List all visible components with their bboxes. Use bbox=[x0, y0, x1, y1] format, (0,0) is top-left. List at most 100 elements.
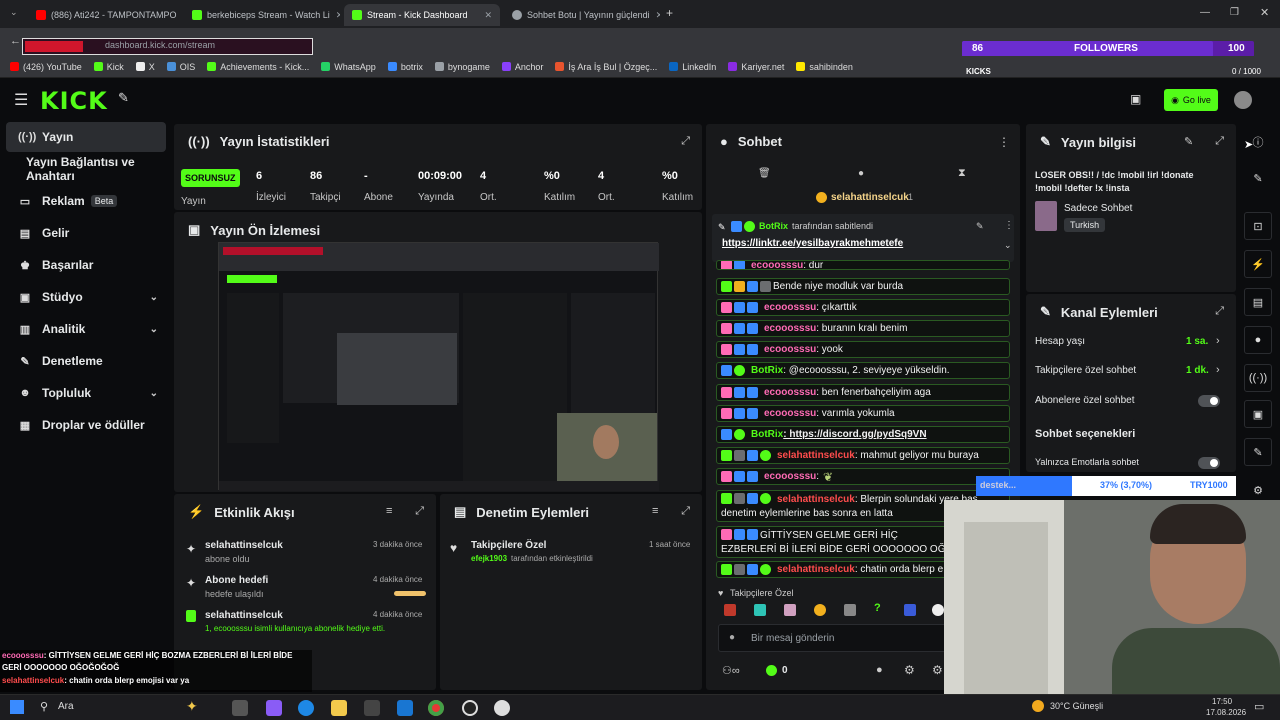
chrome-icon[interactable] bbox=[428, 700, 444, 716]
windows-start-icon[interactable] bbox=[10, 700, 24, 714]
sidebar-item-gelir[interactable]: ▤ Gelir bbox=[6, 218, 166, 248]
emote-icon[interactable] bbox=[754, 604, 766, 616]
chat-input[interactable]: ● Bir mesaj gönderin bbox=[718, 624, 950, 652]
question-emote-icon[interactable]: ? bbox=[874, 602, 881, 614]
app-icon[interactable] bbox=[494, 700, 510, 716]
tab-sohbet-botu[interactable]: Sohbet Botu | Yayının güçlendi ✕ bbox=[504, 4, 660, 26]
sidebar-item-basarilar[interactable]: ♚ Başarılar bbox=[6, 250, 166, 280]
expand-icon[interactable]: ⤢ bbox=[681, 135, 690, 148]
filter-icon[interactable]: ≡ bbox=[386, 505, 392, 517]
expand-icon[interactable]: ⤢ bbox=[1215, 305, 1224, 318]
unpin-icon[interactable]: ✎ bbox=[976, 221, 984, 232]
go-live-button[interactable]: ◉ Go live bbox=[1164, 89, 1218, 111]
kick-logo[interactable]: KICK bbox=[40, 87, 108, 115]
chat-message[interactable]: BotRix: https://discord.gg/pydSq9VN bbox=[716, 426, 1010, 443]
url-input[interactable]: dashboard.kick.com/stream bbox=[22, 38, 313, 55]
avatar[interactable] bbox=[1234, 91, 1252, 109]
chat-message[interactable]: ecooosssu: ben fenerbahçeliyim aga bbox=[716, 384, 1010, 401]
preview-video[interactable] bbox=[218, 242, 659, 491]
notification-icon[interactable]: ▭ bbox=[1254, 700, 1264, 713]
chat-message[interactable]: ecooosssu: varımla yokumla bbox=[716, 405, 1010, 422]
bookmark-item[interactable]: (426) YouTube bbox=[10, 62, 82, 72]
wrench-icon[interactable]: ✎ bbox=[1244, 438, 1272, 466]
sidebar-item-droplar[interactable]: ▦ Droplar ve ödüller bbox=[6, 410, 166, 440]
account-age-value[interactable]: 1 sa. bbox=[1186, 336, 1208, 347]
hourglass-icon[interactable]: ⧗ bbox=[958, 167, 966, 180]
tab-kick-dashboard[interactable]: Stream - Kick Dashboard ✕ bbox=[344, 4, 500, 26]
emote-icon[interactable] bbox=[932, 604, 944, 616]
close-icon[interactable]: ✕ bbox=[177, 10, 180, 21]
bookmark-item[interactable]: İş Ara İş Bul | Özgeç... bbox=[555, 62, 657, 72]
broadcast-icon[interactable]: ((·)) bbox=[1244, 364, 1272, 392]
chat-message[interactable]: ecooosssu: dur bbox=[716, 260, 1010, 270]
filter-icon[interactable]: ≡ bbox=[652, 505, 658, 517]
folder-icon[interactable] bbox=[331, 700, 347, 716]
followers-only-chat-value[interactable]: 1 dk. bbox=[1186, 365, 1209, 376]
chevron-right-icon[interactable]: › bbox=[1216, 335, 1220, 347]
sidebar-item-topluluk[interactable]: ☻ Topluluk ⌄ bbox=[6, 378, 166, 408]
gear-icon[interactable]: ⚙ bbox=[932, 663, 943, 677]
emote-icon[interactable] bbox=[904, 604, 916, 616]
task-view-icon[interactable] bbox=[232, 700, 248, 716]
sidebar-item-analitik[interactable]: ▥ Analitik ⌄ bbox=[6, 314, 166, 344]
pin-icon[interactable]: ✎ bbox=[118, 90, 129, 106]
bookmark-item[interactable]: OIS bbox=[166, 62, 195, 72]
bookmark-item[interactable]: Kariyer.net bbox=[728, 62, 784, 72]
obs-icon[interactable] bbox=[462, 700, 478, 716]
emote-icon[interactable] bbox=[814, 604, 826, 616]
edit-icon[interactable]: ✎ bbox=[1244, 164, 1272, 192]
mail-icon[interactable] bbox=[397, 700, 413, 716]
expand-icon[interactable]: ⤢ bbox=[1215, 135, 1224, 148]
bookmark-item[interactable]: Anchor bbox=[501, 62, 543, 72]
users-icon[interactable]: ⚇∞ bbox=[722, 664, 740, 677]
emote-icon[interactable] bbox=[844, 604, 856, 616]
emote-icon[interactable] bbox=[724, 604, 736, 616]
chat-icon[interactable]: ● bbox=[858, 168, 864, 179]
tab-search-icon[interactable]: ⌄ bbox=[10, 7, 18, 18]
sidebar-item-reklam[interactable]: ▭ Reklam Beta bbox=[6, 186, 166, 216]
emote-only-toggle[interactable] bbox=[1198, 457, 1220, 469]
trash-icon[interactable]: 🗑 bbox=[758, 168, 771, 179]
sidebar-item-stream-key[interactable]: Yayın Bağlantısı ve Anahtarı bbox=[6, 154, 166, 184]
sidebar-item-denetleme[interactable]: ✎ Denetleme bbox=[6, 346, 166, 376]
close-window-button[interactable]: ✕ bbox=[1260, 6, 1269, 19]
bookmark-item[interactable]: X bbox=[135, 62, 155, 72]
back-arrow-icon[interactable]: ← bbox=[10, 35, 21, 47]
bookmark-item[interactable]: Achievements - Kick... bbox=[207, 62, 309, 72]
studio-icon[interactable]: ▣ bbox=[1244, 400, 1272, 428]
taskbar-search[interactable]: Ara bbox=[58, 701, 74, 712]
gear-icon[interactable]: ⚙ bbox=[904, 663, 915, 677]
clock-time[interactable]: 17:50 bbox=[1212, 697, 1232, 706]
store-icon[interactable] bbox=[364, 700, 380, 716]
clock-date[interactable]: 17.08.2026 bbox=[1206, 708, 1246, 717]
target-icon[interactable]: ⊡ bbox=[1244, 212, 1272, 240]
chat-message[interactable]: Bende niye modluk var burda bbox=[716, 278, 1010, 295]
chevron-right-icon[interactable]: › bbox=[1216, 364, 1220, 376]
copilot-icon[interactable] bbox=[266, 700, 282, 716]
chevron-down-icon[interactable]: ⌄ bbox=[1004, 240, 1012, 251]
menu-icon[interactable]: ☰ bbox=[14, 90, 28, 110]
new-tab-button[interactable]: + bbox=[666, 6, 673, 20]
close-icon[interactable]: ✕ bbox=[650, 10, 660, 21]
emote-icon[interactable] bbox=[784, 604, 796, 616]
more-options-icon[interactable]: ⋮ bbox=[1004, 220, 1014, 231]
more-options-icon[interactable]: ⋮ bbox=[998, 135, 1010, 149]
bookmark-item[interactable]: sahibinden bbox=[796, 62, 853, 72]
close-icon[interactable]: ✕ bbox=[478, 10, 492, 21]
minimize-button[interactable]: — bbox=[1200, 7, 1210, 18]
edge-icon[interactable] bbox=[298, 700, 314, 716]
chat-settings-icon[interactable]: ● bbox=[876, 664, 883, 676]
document-icon[interactable]: ▤ bbox=[1244, 288, 1272, 316]
expand-icon[interactable]: ⤢ bbox=[415, 505, 424, 518]
sidebar-item-yayin[interactable]: ((·)) Yayın bbox=[6, 122, 166, 152]
chat-message[interactable]: ecooosssu: buranın kralı benim bbox=[716, 320, 1010, 337]
bookmark-item[interactable]: WhatsApp bbox=[321, 62, 376, 72]
chat-message[interactable]: selahattinselcuk: mahmut geliyor mu bura… bbox=[716, 447, 1010, 464]
tab-berkebiceps[interactable]: berkebiceps Stream - Watch Li ✕ bbox=[184, 4, 340, 26]
expand-icon[interactable]: ⤢ bbox=[681, 505, 690, 518]
close-icon[interactable]: ✕ bbox=[330, 10, 340, 21]
pinned-link[interactable]: https://linktr.ee/yesilbayrakmehmetefe bbox=[722, 238, 903, 249]
studio-icon[interactable]: ▣ bbox=[1130, 92, 1141, 106]
edit-icon[interactable]: ✎ bbox=[1184, 135, 1193, 148]
bookmark-item[interactable]: botrix bbox=[387, 62, 423, 72]
